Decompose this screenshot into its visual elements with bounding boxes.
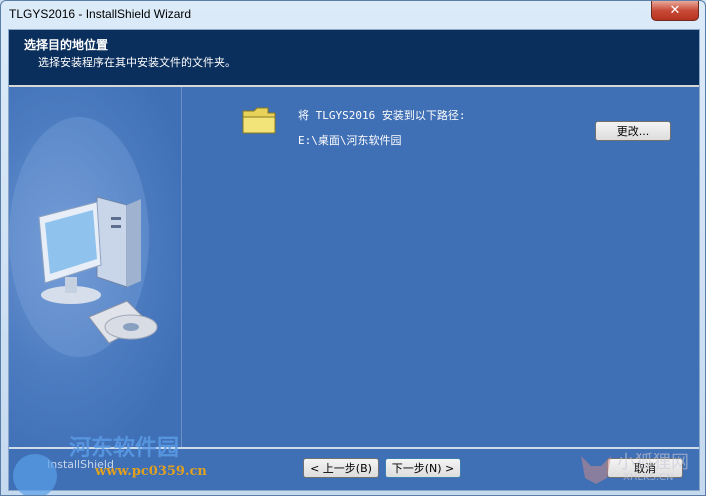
fox-watermark-icon <box>581 456 611 484</box>
back-button[interactable]: < 上一步(B) <box>303 458 379 478</box>
wizard-client-area: 选择目的地位置 选择安装程序在其中安装文件的文件夹。 将 TLGYS2016 安… <box>8 29 700 495</box>
close-icon: ✕ <box>669 3 681 18</box>
panel-divider <box>181 87 182 447</box>
folder-icon <box>242 107 276 134</box>
close-button[interactable]: ✕ <box>651 1 699 21</box>
watermark-right-url: XHLKS.CN <box>623 472 674 483</box>
header-subtitle: 选择安装程序在其中安装文件的文件夹。 <box>38 56 236 69</box>
watermark-brand-text: 河东软件园 <box>69 435 180 461</box>
watermark-right-text: 小狐狸网 <box>617 452 689 473</box>
window-title: TLGYS2016 - InstallShield Wizard <box>9 7 192 21</box>
change-button[interactable]: 更改... <box>595 121 671 141</box>
next-button[interactable]: 下一步(N) > <box>385 458 461 478</box>
install-path-value: E:\桌面\河东软件园 <box>298 134 402 147</box>
watermark-logo-icon <box>13 454 57 495</box>
install-destination-label: 将 TLGYS2016 安装到以下路径: <box>298 109 466 122</box>
watermark-brand-url: www.pc0359.cn <box>95 464 207 479</box>
title-bar[interactable]: TLGYS2016 - InstallShield Wizard ✕ <box>1 1 705 29</box>
wizard-header: 选择目的地位置 选择安装程序在其中安装文件的文件夹。 <box>9 30 699 85</box>
side-graphic-panel <box>9 87 181 447</box>
header-title: 选择目的地位置 <box>24 38 109 52</box>
computer-icon <box>9 117 158 357</box>
installer-window: TLGYS2016 - InstallShield Wizard ✕ 选择目的地… <box>0 0 706 496</box>
